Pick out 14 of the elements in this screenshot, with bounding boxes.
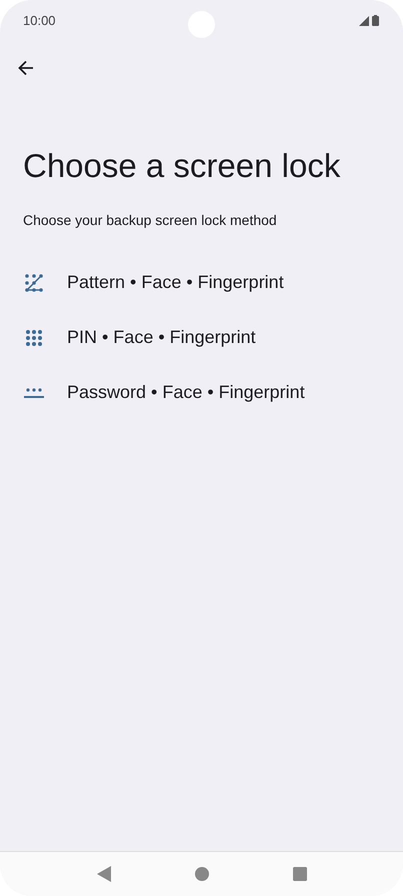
page-subtitle: Choose your backup screen lock method — [23, 212, 278, 228]
lock-option[interactable]: PIN • Face • Fingerprint — [0, 310, 403, 365]
recents-nav-icon[interactable] — [292, 867, 306, 881]
back-button[interactable] — [16, 58, 36, 78]
password-icon — [24, 386, 44, 398]
pattern-icon — [24, 272, 44, 292]
status-icons — [359, 14, 379, 26]
back-nav-icon[interactable] — [96, 866, 110, 882]
keypad-icon — [24, 328, 44, 348]
home-nav-icon[interactable] — [194, 867, 208, 881]
page-title: Choose a screen lock — [23, 146, 342, 186]
lock-option[interactable]: Pattern • Face • Fingerprint — [0, 255, 403, 310]
status-time: 10:00 — [23, 12, 56, 28]
lock-option[interactable]: Password • Face • Fingerprint — [0, 365, 403, 420]
